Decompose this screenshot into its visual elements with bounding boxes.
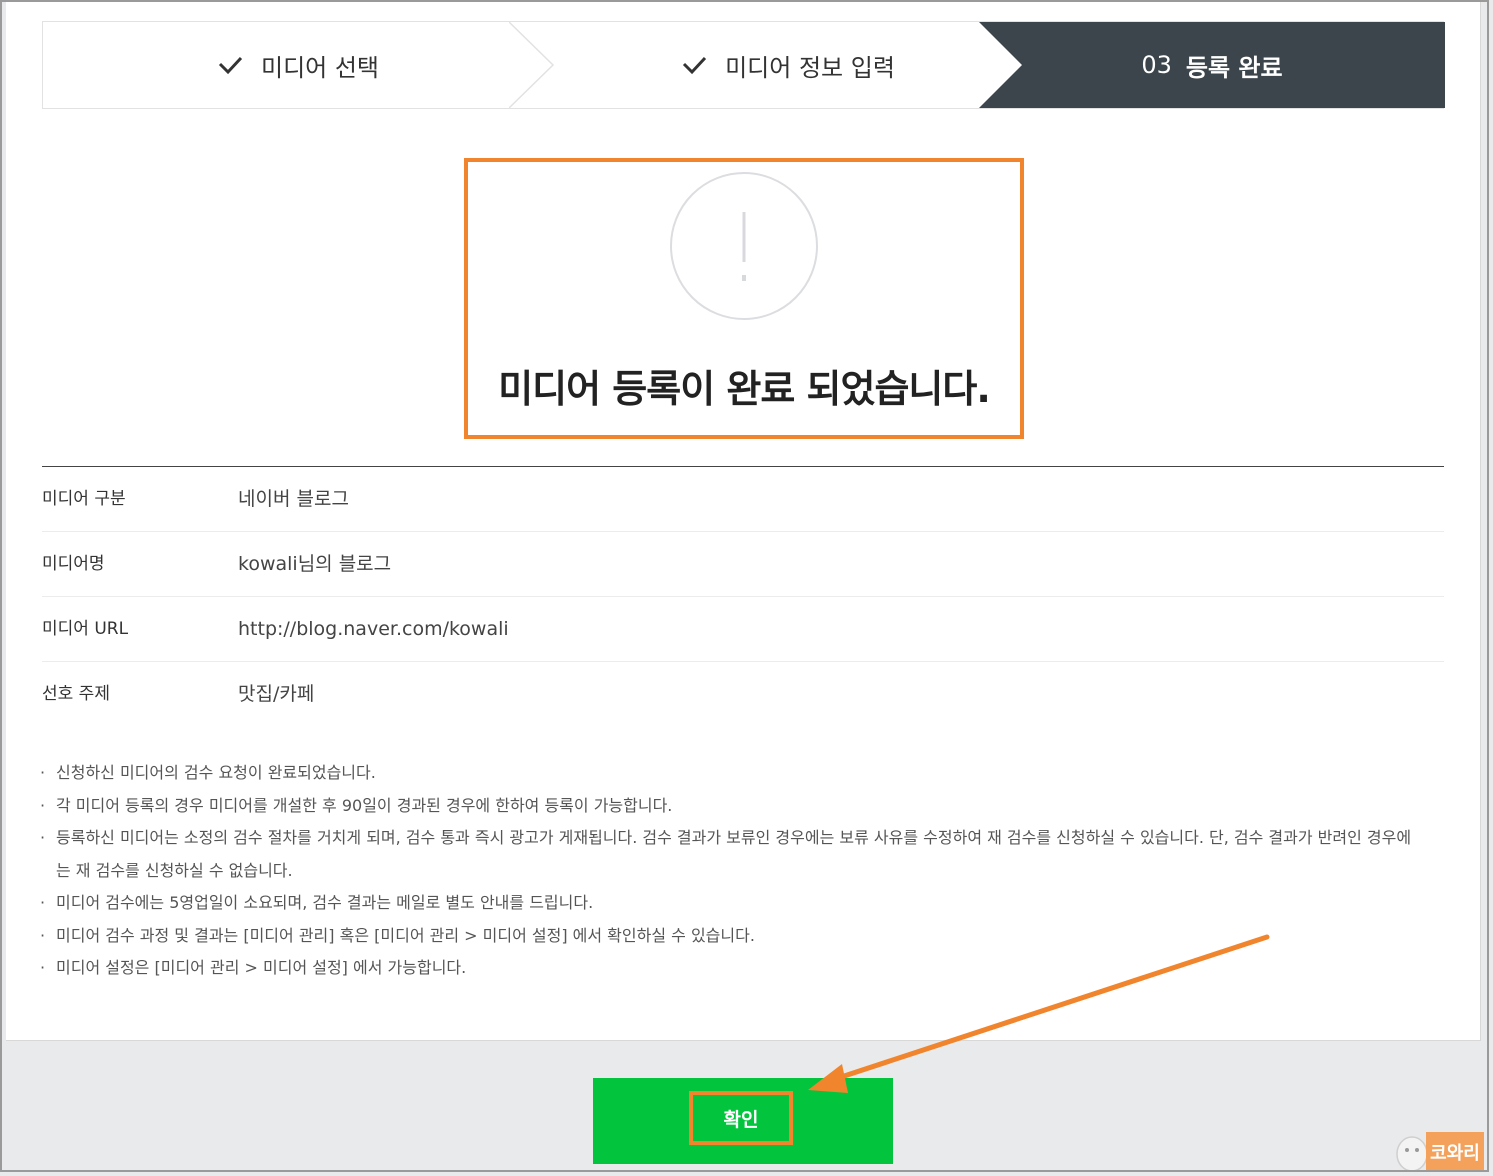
check-icon [683,56,707,75]
notice-list: 신청하신 미디어의 검수 요청이 완료되었습니다. 각 미디어 등록의 경우 미… [40,757,1420,985]
info-row-media-url: 미디어 URL http://blog.naver.com/kowali [42,597,1444,662]
info-value: http://blog.naver.com/kowali [238,618,509,640]
info-value: 네이버 블로그 [238,488,349,510]
completion-message: 미디어 등록이 완료 되었습니다. [498,367,991,411]
info-label: 선호 주제 [42,684,110,704]
step-media-select: 미디어 선택 [43,22,553,108]
watermark-text: 코와리 [1426,1132,1484,1172]
info-row-preferred-topic: 선호 주제 맛집/카페 [42,662,1444,726]
info-label: 미디어 URL [42,619,129,639]
info-row-media-name: 미디어명 kowali님의 블로그 [42,532,1444,597]
confirm-button-label: 확인 [689,1091,793,1145]
step-divider-chevron [509,22,555,108]
info-value: 맛집/카페 [238,683,315,705]
info-label: 미디어 구분 [42,489,126,509]
exclamation-icon [670,172,818,320]
info-row-media-type: 미디어 구분 네이버 블로그 [42,467,1444,532]
step-media-info: 미디어 정보 입력 [553,22,1023,108]
info-value: kowali님의 블로그 [238,553,392,575]
watermark-logo: 코와리 [1392,1130,1488,1174]
step-registration-complete: 03 등록 완료 [979,22,1445,108]
completion-box: 미디어 등록이 완료 되었습니다. [464,158,1024,439]
notice-item: 미디어 검수에는 5영업일이 소요되며, 검수 결과는 메일로 별도 안내를 드… [40,887,1420,920]
media-info-table: 미디어 구분 네이버 블로그 미디어명 kowali님의 블로그 미디어 URL… [42,466,1444,726]
step-number: 03 [1141,51,1172,79]
notice-item: 신청하신 미디어의 검수 요청이 완료되었습니다. [40,757,1420,790]
notice-item: 각 미디어 등록의 경우 미디어를 개설한 후 90일이 경과된 경우에 한하여… [40,790,1420,823]
step-label: 등록 완료 [1185,53,1283,82]
info-label: 미디어명 [42,554,105,574]
step-label: 미디어 선택 [260,53,380,82]
step-label: 미디어 정보 입력 [725,53,895,82]
notice-item: 미디어 검수 과정 및 결과는 [미디어 관리] 혹은 [미디어 관리 > 미디… [40,920,1420,953]
step-indicator: 미디어 선택 미디어 정보 입력 03 등록 완료 [42,21,1445,109]
check-icon [218,56,243,75]
notice-item: 미디어 설정은 [미디어 관리 > 미디어 설정] 에서 가능합니다. [40,952,1420,985]
confirm-button[interactable]: 확인 [593,1078,893,1164]
notice-item: 등록하신 미디어는 소정의 검수 절차를 거치게 되며, 검수 통과 즉시 광고… [40,822,1420,887]
